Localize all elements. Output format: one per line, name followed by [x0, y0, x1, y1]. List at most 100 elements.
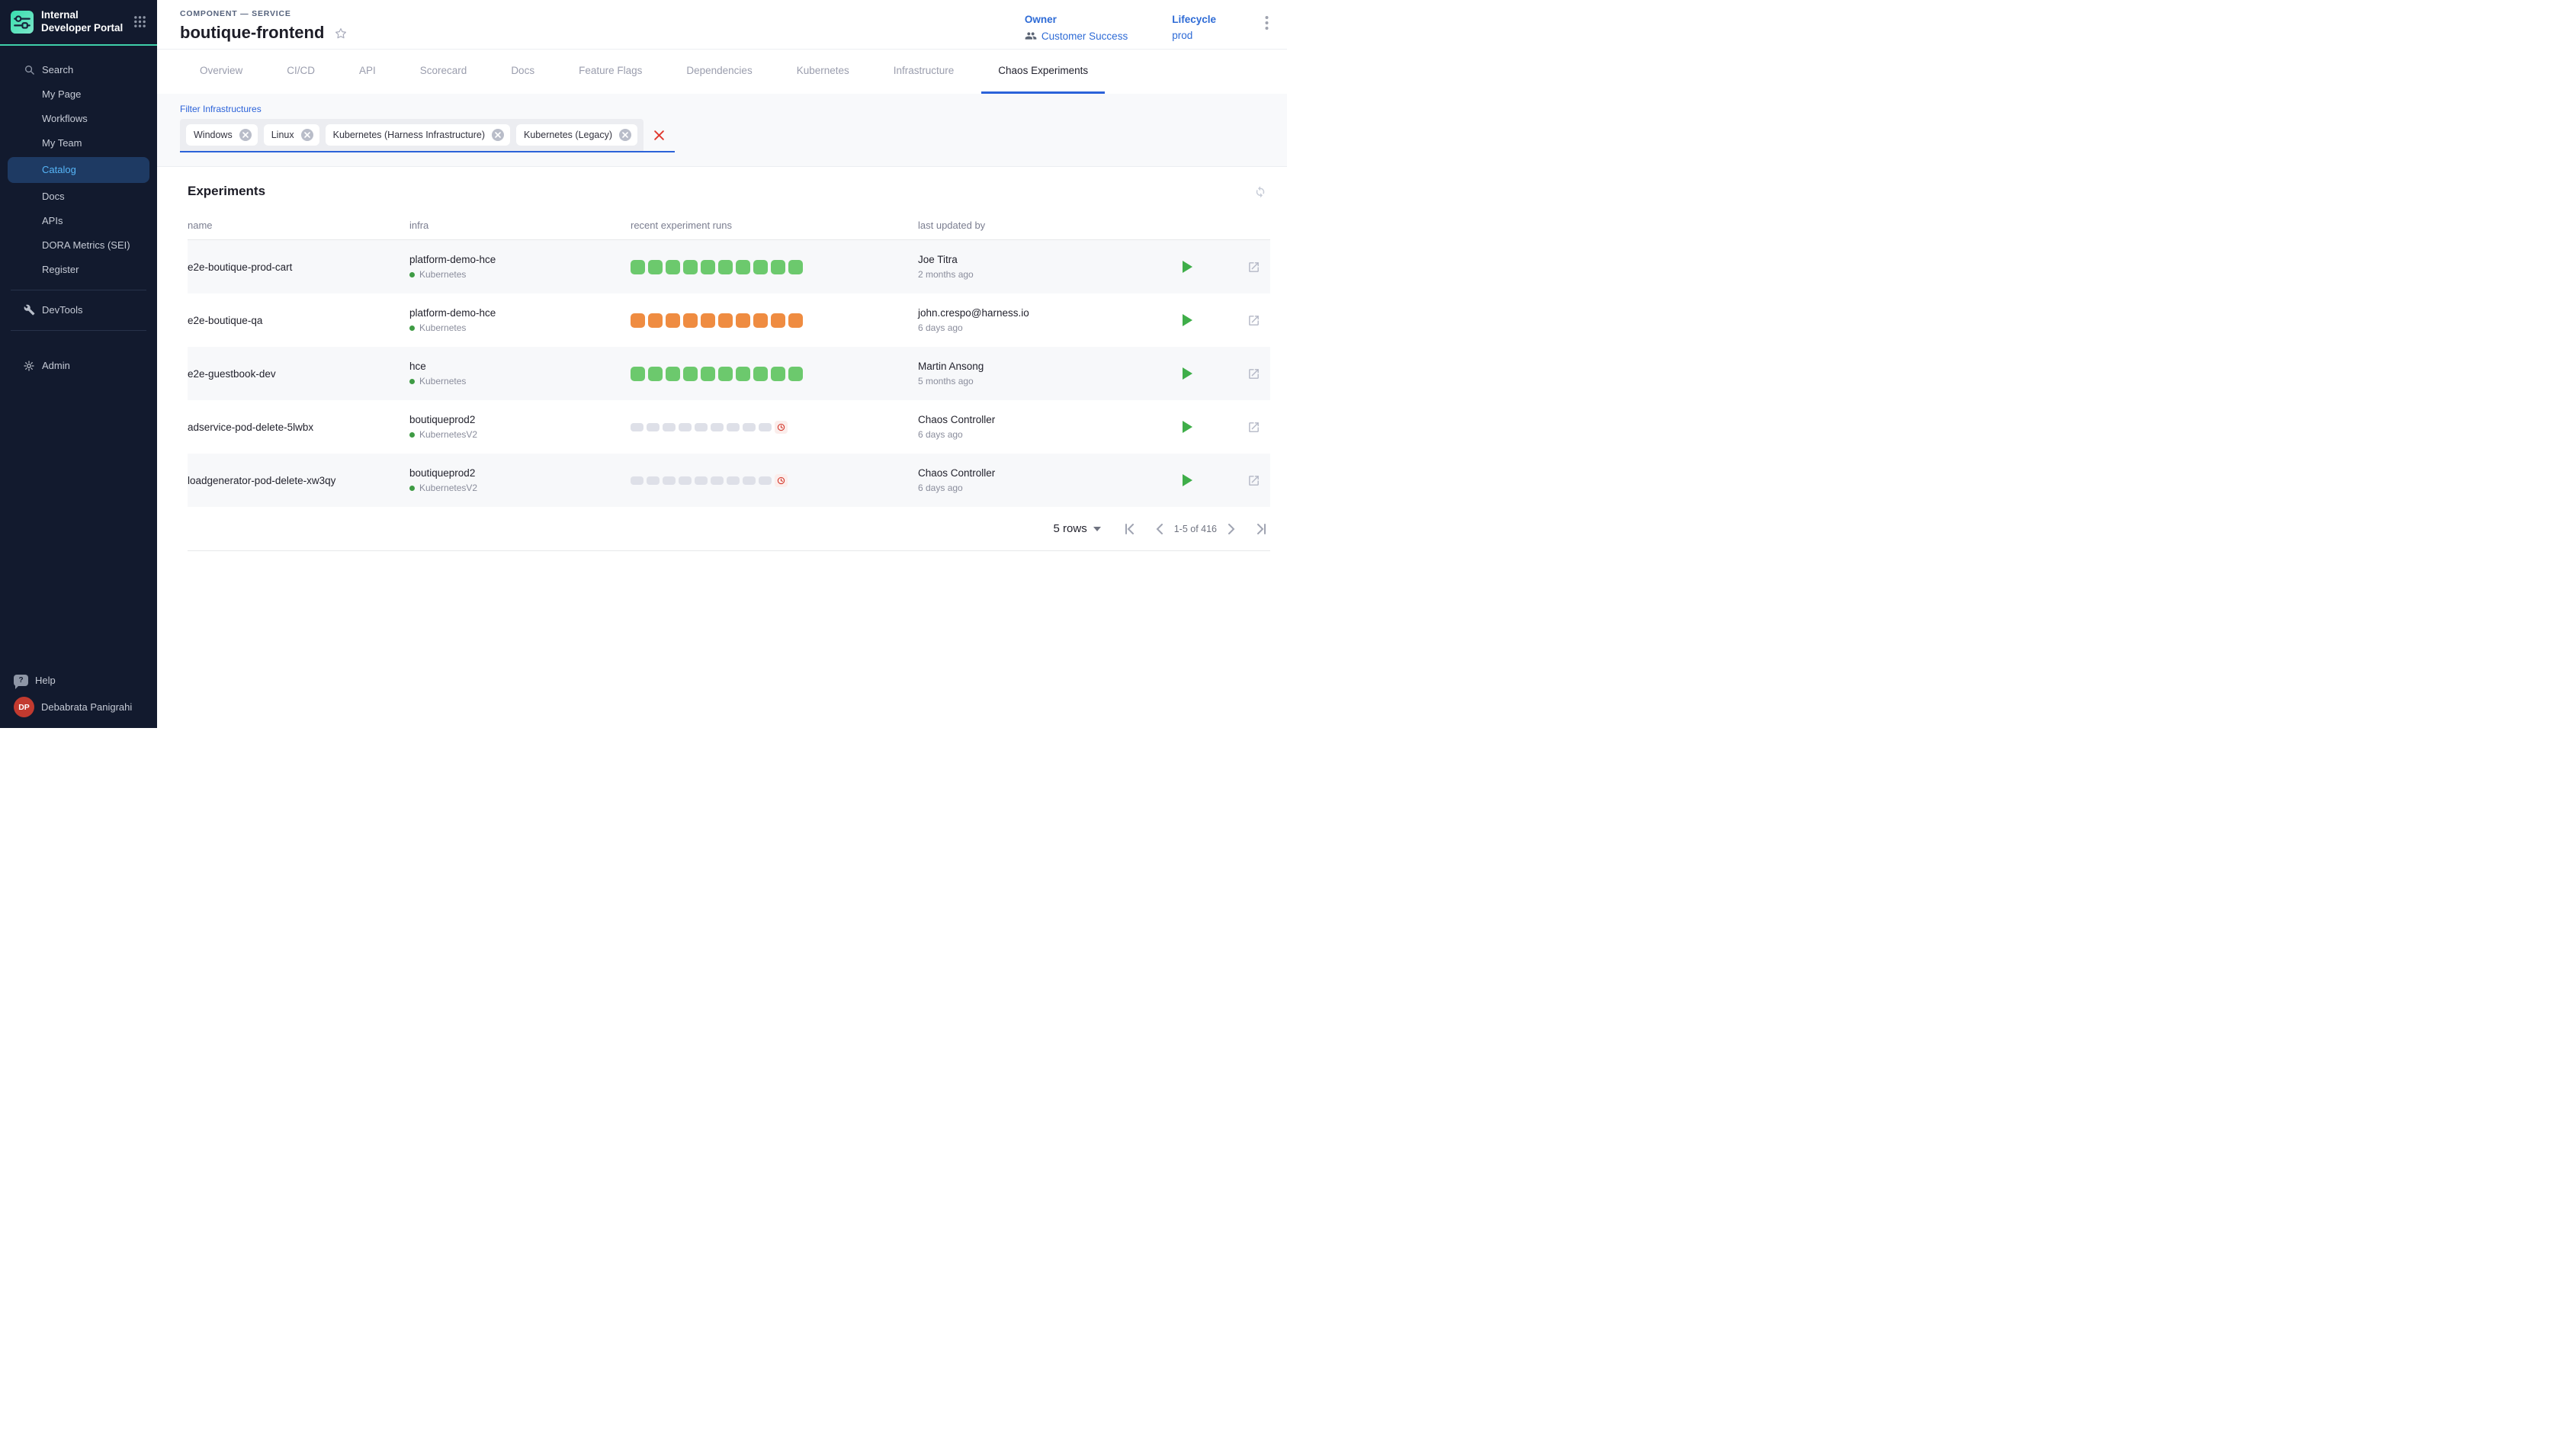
run-tile-success[interactable] — [666, 367, 680, 381]
run-tile-success[interactable] — [701, 367, 715, 381]
run-tile-empty[interactable] — [695, 476, 708, 485]
run-tile-success[interactable] — [788, 367, 803, 381]
prev-page-button[interactable] — [1153, 524, 1167, 534]
favorite-star-icon[interactable] — [334, 27, 348, 40]
chip-remove-icon[interactable] — [239, 129, 252, 141]
chip-remove-icon[interactable] — [492, 129, 504, 141]
run-tile-empty[interactable] — [759, 423, 772, 431]
run-tile-success[interactable] — [718, 260, 733, 274]
run-tile-failed[interactable] — [683, 313, 698, 328]
sidebar-item-workflows[interactable]: Workflows — [0, 107, 157, 131]
run-tile-failed[interactable] — [753, 313, 768, 328]
run-tile-failed[interactable] — [771, 313, 785, 328]
run-tile-empty[interactable] — [647, 476, 660, 485]
tab-overview[interactable]: Overview — [183, 50, 259, 94]
run-tile-success[interactable] — [753, 260, 768, 274]
run-tile-empty[interactable] — [679, 423, 692, 431]
chip-remove-icon[interactable] — [619, 129, 631, 141]
sidebar-item-docs[interactable]: Docs — [0, 184, 157, 209]
tab-feature-flags[interactable]: Feature Flags — [562, 50, 659, 94]
tab-infrastructure[interactable]: Infrastructure — [877, 50, 971, 94]
user-menu[interactable]: DP Debabrata Panigrahi — [0, 697, 157, 717]
run-tile-empty[interactable] — [679, 476, 692, 485]
run-tile-success[interactable] — [753, 367, 768, 381]
tab-dependencies[interactable]: Dependencies — [669, 50, 769, 94]
run-tile-failed[interactable] — [631, 313, 645, 328]
sidebar-item-devtools[interactable]: DevTools — [0, 298, 157, 322]
run-experiment-button[interactable] — [1182, 367, 1192, 380]
open-experiment-icon[interactable] — [1247, 367, 1260, 380]
rows-per-page-select[interactable]: 5 rows — [1054, 522, 1101, 535]
first-page-button[interactable] — [1121, 524, 1139, 534]
run-tile-success[interactable] — [631, 367, 645, 381]
run-tile-failed[interactable] — [648, 313, 663, 328]
run-tile-empty[interactable] — [711, 476, 724, 485]
sidebar-item-admin[interactable]: Admin — [0, 354, 157, 378]
run-tile-success[interactable] — [771, 260, 785, 274]
run-tile-empty[interactable] — [711, 423, 724, 431]
refresh-icon[interactable] — [1253, 184, 1267, 198]
run-tile-failed[interactable] — [788, 313, 803, 328]
tab-scorecard[interactable]: Scorecard — [403, 50, 484, 94]
run-tile-success[interactable] — [701, 260, 715, 274]
sidebar-item-apis[interactable]: APIs — [0, 209, 157, 233]
sidebar-item-search[interactable]: Search — [0, 58, 157, 82]
help-button[interactable]: ? Help — [0, 675, 157, 686]
open-experiment-icon[interactable] — [1247, 421, 1260, 434]
sidebar-item-dora-metrics-sei[interactable]: DORA Metrics (SEI) — [0, 233, 157, 258]
run-tile-success[interactable] — [631, 260, 645, 274]
run-experiment-button[interactable] — [1182, 261, 1192, 273]
last-page-button[interactable] — [1252, 524, 1270, 534]
open-experiment-icon[interactable] — [1247, 261, 1260, 274]
sidebar-item-catalog[interactable]: Catalog — [8, 157, 149, 183]
tab-chaos-experiments[interactable]: Chaos Experiments — [981, 50, 1105, 94]
sidebar-item-register[interactable]: Register — [0, 258, 157, 282]
run-tile-failed[interactable] — [666, 313, 680, 328]
apps-grid-icon[interactable] — [133, 15, 146, 28]
tab-ci-cd[interactable]: CI/CD — [270, 50, 332, 94]
clear-filters-icon[interactable] — [653, 130, 665, 141]
run-tile-failed[interactable] — [736, 313, 750, 328]
tab-kubernetes[interactable]: Kubernetes — [780, 50, 866, 94]
sidebar-item-my-team[interactable]: My Team — [0, 131, 157, 156]
tab-api[interactable]: API — [342, 50, 393, 94]
filter-label[interactable]: Filter Infrastructures — [180, 104, 1287, 114]
run-tile-success[interactable] — [648, 367, 663, 381]
run-tile-empty[interactable] — [727, 423, 740, 431]
run-experiment-button[interactable] — [1182, 421, 1192, 433]
run-experiment-button[interactable] — [1182, 314, 1192, 326]
run-tile-success[interactable] — [648, 260, 663, 274]
run-tile-success[interactable] — [771, 367, 785, 381]
run-tile-success[interactable] — [683, 260, 698, 274]
run-tile-empty[interactable] — [743, 423, 756, 431]
scheduled-run-clock-icon[interactable] — [775, 474, 788, 487]
run-tile-empty[interactable] — [743, 476, 756, 485]
run-tile-empty[interactable] — [631, 476, 644, 485]
run-tile-empty[interactable] — [759, 476, 772, 485]
tab-docs[interactable]: Docs — [494, 50, 551, 94]
chip-remove-icon[interactable] — [301, 129, 313, 141]
run-experiment-button[interactable] — [1182, 474, 1192, 486]
run-tile-empty[interactable] — [695, 423, 708, 431]
run-tile-failed[interactable] — [718, 313, 733, 328]
owner-link[interactable]: Customer Success — [1041, 30, 1128, 42]
run-tile-empty[interactable] — [663, 476, 676, 485]
run-tile-empty[interactable] — [631, 423, 644, 431]
open-experiment-icon[interactable] — [1247, 314, 1260, 327]
run-tile-empty[interactable] — [647, 423, 660, 431]
run-tile-failed[interactable] — [701, 313, 715, 328]
run-tile-success[interactable] — [718, 367, 733, 381]
kebab-menu-icon[interactable] — [1260, 14, 1273, 32]
open-experiment-icon[interactable] — [1247, 474, 1260, 487]
run-tile-success[interactable] — [736, 260, 750, 274]
run-tile-success[interactable] — [788, 260, 803, 274]
filter-input[interactable]: WindowsLinuxKubernetes (Harness Infrastr… — [180, 119, 675, 152]
run-tile-empty[interactable] — [663, 423, 676, 431]
sidebar-item-my-page[interactable]: My Page — [0, 82, 157, 107]
scheduled-run-clock-icon[interactable] — [775, 421, 788, 434]
run-tile-empty[interactable] — [727, 476, 740, 485]
run-tile-success[interactable] — [666, 260, 680, 274]
run-tile-success[interactable] — [683, 367, 698, 381]
run-tile-success[interactable] — [736, 367, 750, 381]
next-page-button[interactable] — [1224, 524, 1238, 534]
